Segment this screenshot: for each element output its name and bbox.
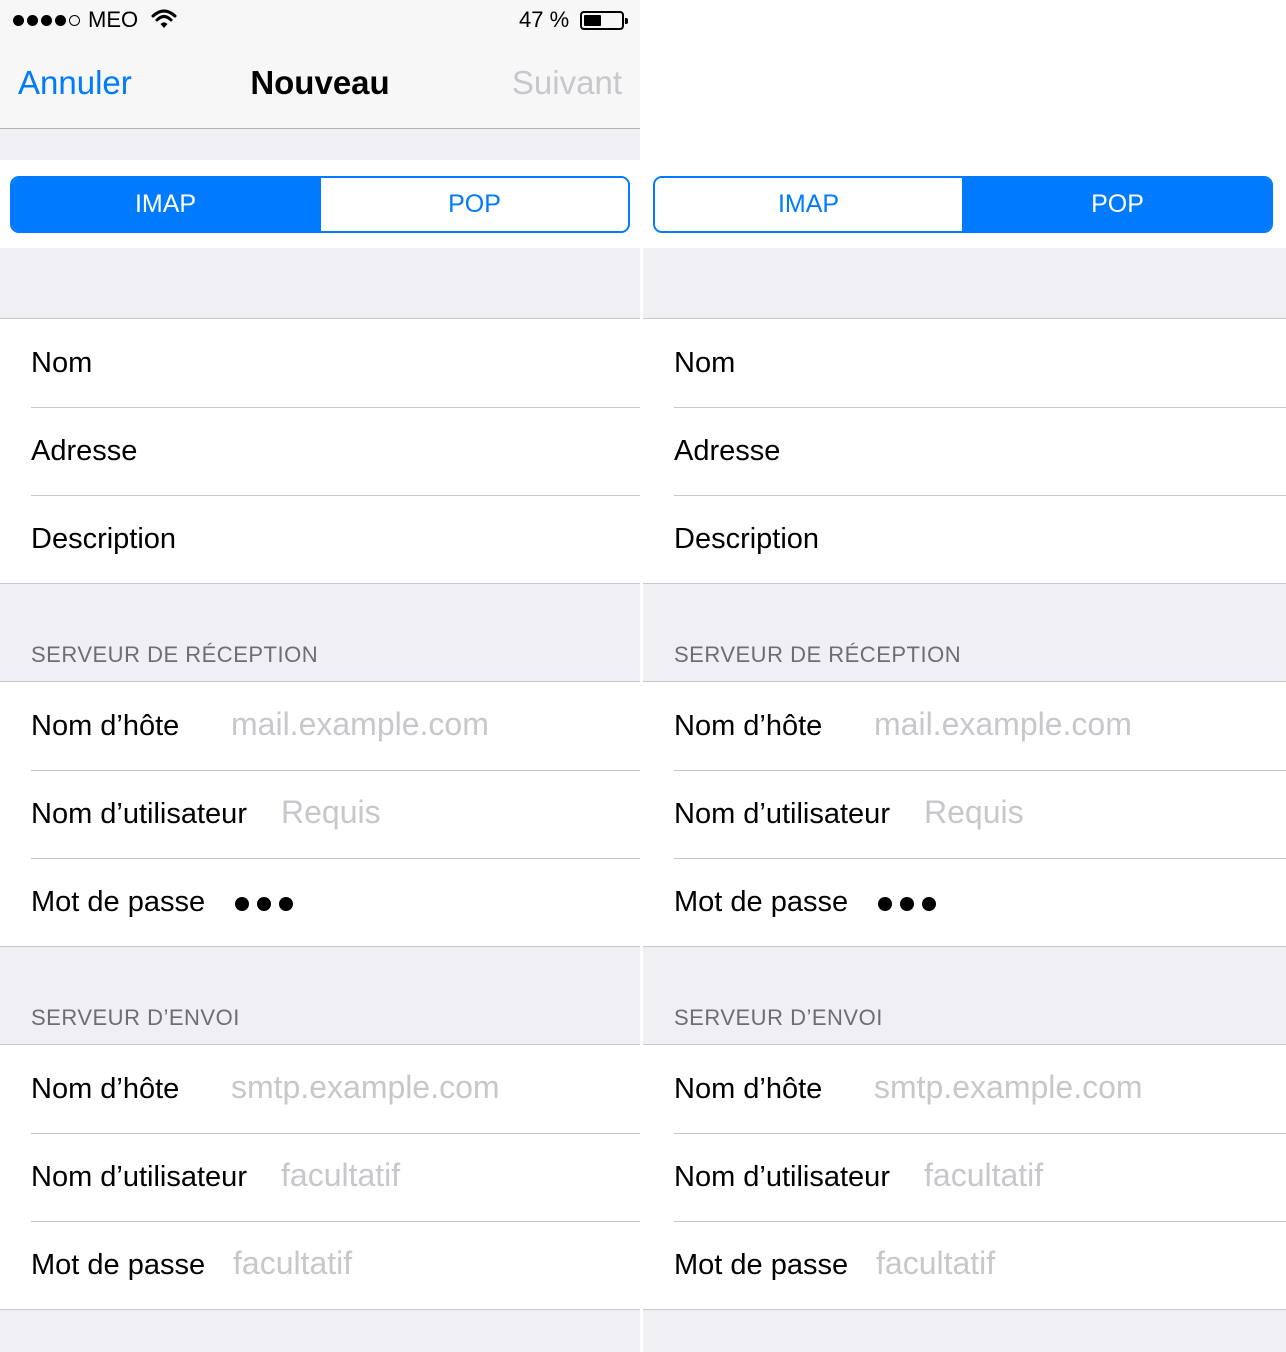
- segment-imap[interactable]: IMAP: [12, 178, 319, 231]
- description-row[interactable]: Description: [643, 495, 1286, 583]
- incoming-username-row[interactable]: Nom d’utilisateur Requis: [643, 770, 1286, 858]
- outgoing-username-field[interactable]: facultatif: [924, 1157, 1043, 1194]
- incoming-host-field[interactable]: mail.example.com: [231, 706, 489, 743]
- account-type-band: IMAP POP: [0, 160, 640, 248]
- outgoing-host-row[interactable]: Nom d’hôte smtp.example.com: [643, 1045, 1286, 1133]
- outgoing-password-label: Mot de passe: [31, 1249, 206, 1281]
- incoming-username-label: Nom d’utilisateur: [674, 798, 890, 830]
- outgoing-password-field[interactable]: facultatif: [233, 1245, 352, 1282]
- outgoing-username-row[interactable]: Nom d’utilisateur facultatif: [643, 1133, 1286, 1221]
- description-row[interactable]: Description: [0, 495, 640, 583]
- next-button[interactable]: Suivant: [512, 64, 622, 102]
- incoming-username-row[interactable]: Nom d’utilisateur Requis: [0, 770, 640, 858]
- incoming-server-group: Nom d’hôte mail.example.com Nom d’utilis…: [643, 681, 1286, 947]
- outgoing-username-label: Nom d’utilisateur: [674, 1161, 890, 1193]
- outgoing-password-label: Mot de passe: [674, 1249, 849, 1281]
- status-bar: MEO 47 %: [0, 0, 640, 40]
- outgoing-server-group: Nom d’hôte smtp.example.com Nom d’utilis…: [0, 1044, 640, 1310]
- incoming-username-label: Nom d’utilisateur: [31, 798, 247, 830]
- name-row[interactable]: Nom: [643, 319, 1286, 407]
- incoming-server-header: SERVEUR DE RÉCEPTION: [674, 642, 962, 667]
- battery-icon: [580, 11, 628, 30]
- signal-strength-icon: [13, 13, 80, 27]
- incoming-host-field[interactable]: mail.example.com: [874, 706, 1132, 743]
- outgoing-host-label: Nom d’hôte: [674, 1073, 823, 1105]
- name-label: Nom: [31, 347, 93, 379]
- outgoing-username-row[interactable]: Nom d’utilisateur facultatif: [0, 1133, 640, 1221]
- navigation-bar: Annuler Nouveau Suivant: [0, 40, 640, 128]
- outgoing-server-header: SERVEUR D’ENVOI: [674, 1005, 883, 1030]
- incoming-host-label: Nom d’hôte: [31, 710, 180, 742]
- top-bar: MEO 47 % Annuler Nouveau Suivant: [0, 0, 640, 129]
- outgoing-password-row[interactable]: Mot de passe facultatif: [0, 1221, 640, 1309]
- left-screen: MEO 47 % Annuler Nouveau Suivant IMAP PO…: [0, 0, 640, 1352]
- account-type-segmented-control: IMAP POP: [653, 176, 1273, 233]
- incoming-username-field[interactable]: Requis: [924, 794, 1024, 831]
- segment-pop[interactable]: POP: [962, 178, 1271, 231]
- address-row[interactable]: Adresse: [0, 407, 640, 495]
- incoming-username-field[interactable]: Requis: [281, 794, 381, 831]
- description-label: Description: [31, 523, 177, 555]
- address-label: Adresse: [674, 435, 781, 467]
- outgoing-server-group: Nom d’hôte smtp.example.com Nom d’utilis…: [643, 1044, 1286, 1310]
- incoming-password-label: Mot de passe: [674, 886, 849, 918]
- segment-imap[interactable]: IMAP: [655, 178, 962, 231]
- outgoing-host-label: Nom d’hôte: [31, 1073, 180, 1105]
- address-label: Adresse: [31, 435, 138, 467]
- incoming-host-row[interactable]: Nom d’hôte mail.example.com: [0, 682, 640, 770]
- wifi-icon: [151, 9, 177, 28]
- right-screen: IMAP POP Nom Adresse Description SERVEUR…: [643, 0, 1286, 1352]
- outgoing-password-field[interactable]: facultatif: [876, 1245, 995, 1282]
- incoming-host-label: Nom d’hôte: [674, 710, 823, 742]
- incoming-server-group: Nom d’hôte mail.example.com Nom d’utilis…: [0, 681, 640, 947]
- incoming-password-row[interactable]: Mot de passe: [643, 858, 1286, 946]
- account-info-group: Nom Adresse Description: [0, 318, 640, 584]
- account-info-group: Nom Adresse Description: [643, 318, 1286, 584]
- carrier-name: MEO: [88, 7, 139, 32]
- segment-pop[interactable]: POP: [319, 178, 628, 231]
- incoming-password-field[interactable]: [878, 897, 936, 911]
- incoming-password-label: Mot de passe: [31, 886, 206, 918]
- description-label: Description: [674, 523, 820, 555]
- top-blank-area: [643, 0, 1286, 160]
- name-row[interactable]: Nom: [0, 319, 640, 407]
- outgoing-server-header: SERVEUR D’ENVOI: [31, 1005, 240, 1030]
- incoming-host-row[interactable]: Nom d’hôte mail.example.com: [643, 682, 1286, 770]
- incoming-server-header: SERVEUR DE RÉCEPTION: [31, 642, 319, 667]
- incoming-password-row[interactable]: Mot de passe: [0, 858, 640, 946]
- outgoing-host-row[interactable]: Nom d’hôte smtp.example.com: [0, 1045, 640, 1133]
- outgoing-host-field[interactable]: smtp.example.com: [874, 1069, 1143, 1106]
- address-row[interactable]: Adresse: [643, 407, 1286, 495]
- outgoing-host-field[interactable]: smtp.example.com: [231, 1069, 500, 1106]
- battery-percentage: 47 %: [519, 7, 570, 32]
- outgoing-password-row[interactable]: Mot de passe facultatif: [643, 1221, 1286, 1309]
- incoming-password-field[interactable]: [235, 897, 293, 911]
- outgoing-username-label: Nom d’utilisateur: [31, 1161, 247, 1193]
- account-type-segmented-control: IMAP POP: [10, 176, 630, 233]
- outgoing-username-field[interactable]: facultatif: [281, 1157, 400, 1194]
- account-type-band: IMAP POP: [643, 160, 1286, 248]
- name-label: Nom: [674, 347, 736, 379]
